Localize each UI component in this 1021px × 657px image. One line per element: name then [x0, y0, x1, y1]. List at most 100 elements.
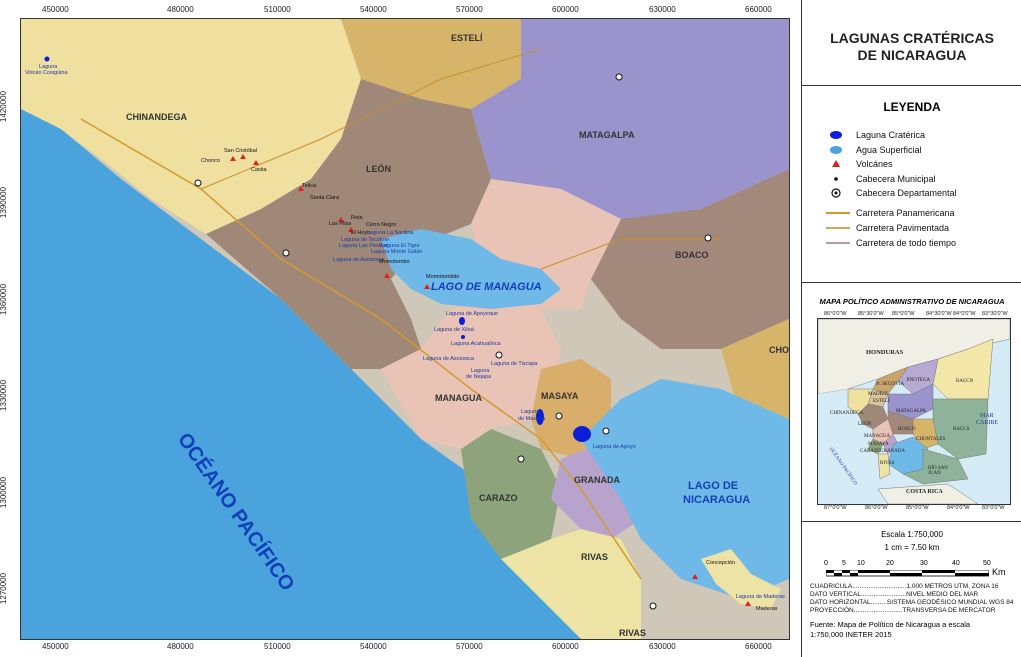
label-acahualinca: Laguna Acahualinca [451, 341, 501, 347]
label-asososca-leon: Laguna de Asososca [333, 257, 385, 263]
volcano-icon [824, 157, 852, 171]
x-tick: 600000 [552, 642, 579, 651]
scale-km: Km [992, 567, 1006, 577]
label-asososca-mga: Laguna de Asososca [423, 356, 475, 362]
map-frame: 450000 480000 510000 540000 570000 60000… [0, 0, 800, 657]
lake-managua-label: LAGO DE MANAGUA [431, 281, 542, 293]
x-tick: 660000 [745, 642, 772, 651]
legend-label: Laguna Cratérica [856, 130, 926, 140]
surface-water-icon [824, 143, 852, 157]
lake-nicaragua-label-1: LAGO DE [688, 480, 739, 492]
label-cerro-negro: Cerro Negro [366, 222, 397, 228]
inset-label-chinandega: CHINANDEGA [830, 411, 864, 416]
label-monte-galan: Laguna Monte Galán [371, 249, 423, 255]
label-san-cristobal: San Cristóbal [224, 148, 258, 154]
meta-grid: CUADRICULA..............................… [810, 583, 999, 590]
inset-bottom-tick: 84°0'0"W [947, 505, 970, 511]
label-masaya-lake-2: de Masaya [518, 416, 545, 422]
label-chonco: Chonco [201, 158, 220, 164]
inset-map[interactable]: HONDURAS N. SEGOVIA JINOTEGA RACCN ESTEL… [817, 318, 1011, 505]
lake-nicaragua-label-2: NICARAGUA [683, 494, 751, 506]
x-tick: 570000 [456, 5, 483, 14]
legend-label: Carretera Panamericana [856, 208, 955, 218]
capital-boaco [704, 234, 712, 242]
inset-label-granada: GRANADA [880, 449, 905, 454]
inset-bottom-tick: 86°0'0"W [865, 505, 888, 511]
dept-label-matagalpa: MATAGALPA [579, 130, 635, 140]
inset-label-nsegovia: N. SEGOVIA [876, 382, 905, 387]
scale-tick: 10 [857, 560, 865, 567]
allweather-line-icon [824, 236, 852, 250]
y-tick: 1420000 [0, 90, 9, 123]
dept-label-esteli: ESTELÍ [451, 33, 483, 43]
inset-label-raccs: RACCS [953, 427, 970, 432]
y-tick: 1300000 [0, 476, 9, 509]
inset-top-tick: 84°0'0"W [953, 311, 976, 317]
dept-label-carazo: CARAZO [479, 493, 518, 503]
crater-lake-apoyo [573, 426, 591, 442]
label-rota: Rota [351, 215, 363, 221]
inset-top-tick: 84°30'0"W [926, 311, 952, 317]
legend-title: LEYENDA [883, 100, 941, 114]
legend-label: Carretera Pavimentada [856, 223, 950, 233]
legend-label: Cabecera Departamental [856, 188, 957, 198]
source-line1: Fuente: Mapa de Político de Nicaragua a … [810, 620, 971, 629]
scale-tick: 5 [842, 560, 846, 567]
capital-leon [282, 249, 290, 257]
inset-label-mar1: MAR [980, 413, 994, 419]
inset-bottom-tick: 87°0'0"W [824, 505, 847, 511]
legend-item-departmental: Cabecera Departamental [824, 186, 957, 200]
inset-label-mar2: CARIBE [976, 420, 999, 426]
dept-label-rivas-south: RIVAS [619, 628, 646, 638]
legend-label: Agua Superficial [856, 145, 922, 155]
dept-label-masaya: MASAYA [541, 391, 579, 401]
legend-item-crater: Laguna Cratérica [824, 128, 925, 142]
departmental-circle-icon [824, 186, 852, 200]
label-masaya-lake-1: Laguna [521, 409, 540, 415]
inset-label-boaco: BOACO [898, 427, 916, 432]
map-title-line2: DE NICARAGUA [857, 47, 967, 63]
inset-bottom-tick: 83°0'0"W [982, 505, 1005, 511]
capital-rivas [649, 602, 657, 610]
crater-lake-cosiguina [44, 56, 50, 62]
capital-granada [602, 427, 610, 435]
x-tick: 540000 [360, 5, 387, 14]
scale-bar [826, 570, 989, 577]
side-panel: LAGUNAS CRATÉRICAS DE NICARAGUA LEYENDA … [801, 0, 1021, 657]
inset-label-jinotega: JINOTEGA [906, 378, 931, 383]
legend-label: Volcánes [856, 159, 893, 169]
dept-label-rivas: RIVAS [581, 552, 608, 562]
inset-top-tick: 86°0'0"W [824, 311, 847, 317]
capital-managua [495, 351, 503, 359]
x-tick: 450000 [42, 642, 69, 651]
inset-label-managua: MANAGUA [864, 434, 891, 439]
legend-label: Cabecera Municipal [856, 174, 936, 184]
label-momotombito: Momotombito [426, 274, 460, 280]
scale-tick: 30 [920, 560, 928, 567]
y-tick: 1270000 [0, 572, 9, 605]
label-apoyo: Laguna de Apoyo [593, 444, 636, 450]
label-concepcion: Concepción [706, 560, 736, 566]
x-tick: 450000 [42, 5, 69, 14]
label-telica: Telica [302, 183, 317, 189]
map-canvas[interactable]: CHINANDEGA LEÓN ESTELÍ MATAGALPA BOACO M… [20, 18, 790, 640]
scale-unit: 1 cm = 7.50 km [884, 543, 940, 552]
source-note: Fuente: Mapa de Político de Nicaragua a … [810, 620, 1018, 640]
crater-lake-xiloa [461, 335, 465, 339]
inset-label-masaya: MASAYA [868, 442, 889, 447]
label-apoyeque: Laguna de Apoyeque [446, 311, 498, 317]
meta-horizontal: DATO HORIZONTAL.........SISTEMA GEODÉSIC… [810, 599, 1014, 606]
legend-item-paved: Carretera Pavimentada [824, 221, 949, 235]
x-tick: 600000 [552, 5, 579, 14]
scale-tick: 50 [983, 560, 991, 567]
capital-matagalpa [615, 73, 623, 81]
inset-label-chontales: CHONTALES [916, 437, 946, 442]
inset-label-honduras: HONDURAS [866, 349, 904, 356]
x-tick: 570000 [456, 642, 483, 651]
dept-label-boaco: BOACO [675, 250, 709, 260]
x-tick: 480000 [167, 5, 194, 14]
scale-tick: 20 [886, 560, 894, 567]
label-santa-clara: Santa Clara [310, 195, 340, 201]
crater-lake-icon [824, 128, 852, 142]
label-nejapa-2: de Nejapa [466, 374, 492, 380]
